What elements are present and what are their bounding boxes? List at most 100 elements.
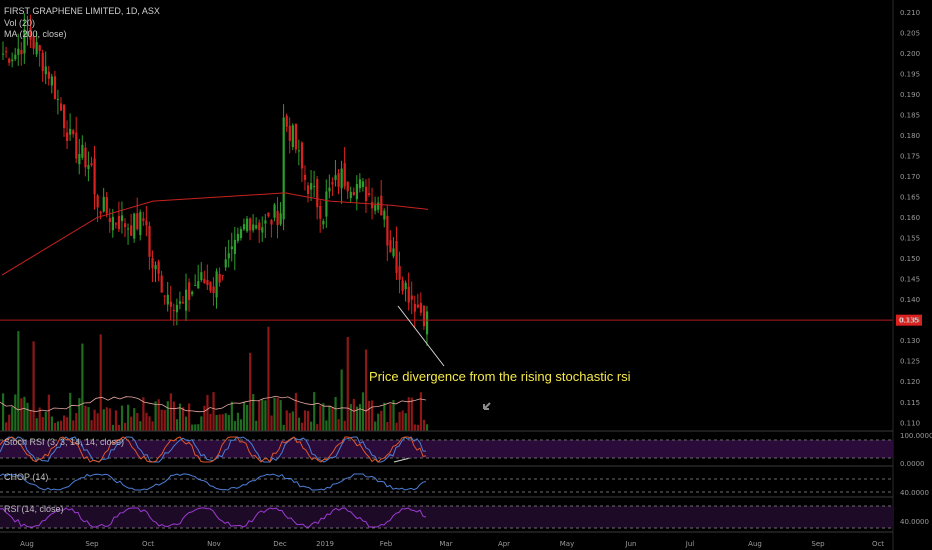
ma-200-line xyxy=(1,192,429,276)
time-tick-label: Aug xyxy=(748,540,762,548)
time-tick-label: Jul xyxy=(685,540,695,548)
candle-body xyxy=(398,265,401,280)
price-tick-label: 0.175 xyxy=(900,152,920,160)
chop-line xyxy=(0,473,427,491)
volume-bar xyxy=(239,419,243,431)
rsi-label[interactable]: RSI (14, close) xyxy=(4,504,64,514)
candle-body xyxy=(346,181,349,192)
candle-body xyxy=(279,213,282,225)
volume-bar xyxy=(236,412,240,431)
volume-bar xyxy=(380,410,383,431)
volume-bar xyxy=(398,412,401,431)
volume-bar xyxy=(270,415,273,431)
candle-body xyxy=(407,286,410,303)
volume-bar xyxy=(69,392,72,431)
candle-body xyxy=(416,304,419,308)
price-tick-label: 0.130 xyxy=(900,337,920,345)
candle-body xyxy=(343,163,346,187)
candle-body xyxy=(53,76,57,100)
volume-bar xyxy=(288,413,291,431)
price-tick-label: 0.210 xyxy=(900,9,920,17)
volume-bar xyxy=(325,420,328,431)
candle-body xyxy=(127,228,130,230)
volume-bar xyxy=(346,336,349,431)
volume-bar xyxy=(47,394,50,431)
candle-body xyxy=(264,220,267,224)
price-tick-label: 0.200 xyxy=(900,50,920,58)
chart-canvas[interactable]: 0.135 0.210 0.205 0.200 0.195 0.190 0.185 0.18… xyxy=(0,0,932,550)
chop-tick-label: 40.0000 xyxy=(900,489,929,497)
price-tick-label: 0.190 xyxy=(900,91,920,99)
volume-bar xyxy=(5,422,8,431)
volume-bar xyxy=(334,397,337,431)
candle-body xyxy=(212,286,215,294)
candle-body xyxy=(252,224,255,231)
volume-bar xyxy=(303,410,307,431)
candle-body xyxy=(96,195,99,208)
candle-body xyxy=(270,219,273,225)
volume-bar xyxy=(63,415,66,431)
volume-bar xyxy=(59,420,63,431)
stoch-tick-label: 100.0000 xyxy=(900,432,932,440)
candle-body xyxy=(313,186,316,188)
volume-bar xyxy=(17,331,20,431)
price-tick-label: 0.165 xyxy=(900,194,920,202)
volume-bar xyxy=(252,394,255,431)
volume-bar xyxy=(20,398,23,431)
candle-body xyxy=(81,144,84,158)
candle-body xyxy=(105,197,108,214)
volume-bar xyxy=(416,424,419,431)
candle-body xyxy=(50,76,53,86)
candle-body xyxy=(139,211,142,236)
price-tick-label: 0.140 xyxy=(900,296,920,304)
price-tick-label: 0.135 xyxy=(900,317,920,325)
volume-bar xyxy=(2,393,5,431)
volume-bar xyxy=(227,414,230,431)
candle-body xyxy=(425,311,429,335)
candle-body xyxy=(310,183,313,190)
candle-body xyxy=(130,225,133,236)
candle-body xyxy=(242,224,246,230)
candle-body xyxy=(355,184,358,200)
candle-body xyxy=(236,233,240,241)
volume-bar xyxy=(218,414,221,431)
time-axis: Aug Sep Oct Nov Dec 2019 Feb Mar Apr May Jun Jul Aug… xyxy=(20,540,884,548)
candle-body xyxy=(78,154,81,165)
volume-bar xyxy=(56,421,60,431)
candle-body xyxy=(157,261,160,274)
candle-body xyxy=(14,54,17,60)
price-tick-label: 0.180 xyxy=(900,132,920,140)
candle-body xyxy=(386,215,389,246)
time-tick-label: Nov xyxy=(207,540,221,548)
volume-bar xyxy=(148,416,151,431)
candle-body xyxy=(334,175,337,180)
candle-body xyxy=(114,223,118,225)
divergence-annotation[interactable]: Price divergence from the rising stochas… xyxy=(369,369,631,384)
volume-bar xyxy=(11,406,14,431)
arrow-icon[interactable] xyxy=(483,402,491,410)
rsi-band xyxy=(0,506,893,528)
candle-body xyxy=(340,168,343,189)
candle-body xyxy=(221,275,224,277)
volume-bar xyxy=(224,413,227,431)
candle-body xyxy=(267,212,270,217)
chop-label[interactable]: CHOP (14) xyxy=(4,472,48,482)
ma-study-label[interactable]: MA (200, close) xyxy=(4,29,67,39)
candle-body xyxy=(8,58,11,63)
volume-study-label[interactable]: Vol (20) xyxy=(4,18,35,28)
volume-bar xyxy=(206,394,209,431)
candle-body xyxy=(87,165,90,170)
candle-body xyxy=(99,211,102,214)
candle-body xyxy=(20,50,23,55)
candle-body xyxy=(368,193,371,195)
volume-bar xyxy=(291,411,294,431)
time-tick-label: Jun xyxy=(625,540,637,548)
volume-bar xyxy=(139,421,142,431)
volume-bar xyxy=(102,409,105,431)
volume-bar xyxy=(130,416,133,431)
price-candles xyxy=(2,13,429,346)
volume-bar xyxy=(160,409,163,431)
stoch-rsi-label[interactable]: Stoch RSI (3, 3, 14, 14, close) xyxy=(4,437,124,447)
candle-body xyxy=(154,265,157,270)
candle-body xyxy=(17,48,20,55)
